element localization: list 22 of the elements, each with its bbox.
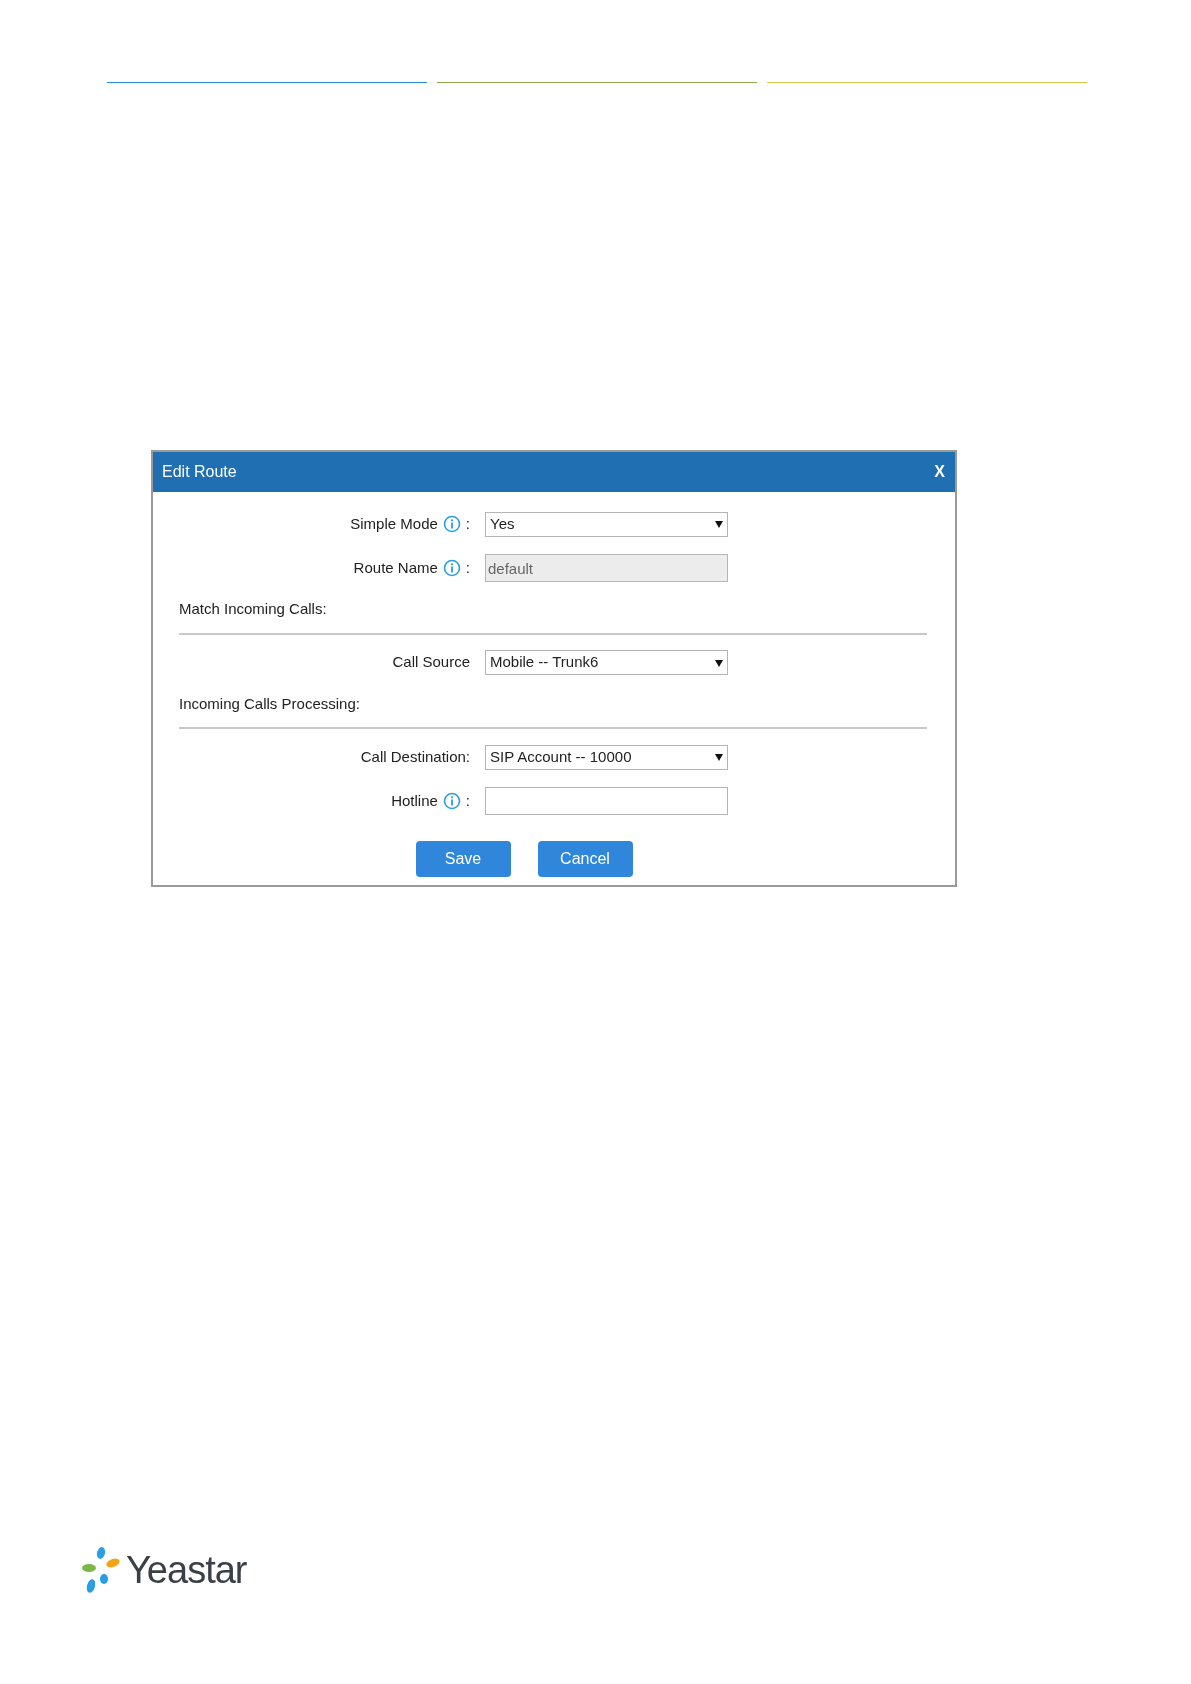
logo-text: Yeastar (126, 1548, 247, 1593)
colon-label: : (465, 513, 470, 534)
dropdown-field[interactable]: Yes (485, 511, 728, 537)
dropdown-field[interactable]: SIP Account -- 10000 (485, 744, 728, 770)
close-button[interactable]: X (934, 460, 945, 484)
dropdown-field[interactable]: Mobile -- Trunk6 (485, 650, 728, 675)
colon-label: : (465, 557, 470, 578)
colon-label: : (465, 790, 470, 811)
info-icon[interactable] (442, 792, 461, 810)
dialog-title: Edit Route (162, 462, 237, 482)
field-label: Call Source (392, 652, 470, 673)
save-button[interactable]: Save (415, 841, 511, 877)
field-label: Hotline (391, 790, 438, 811)
cancel-button[interactable]: Cancel (537, 841, 633, 877)
section-heading: Incoming Calls Processing: (178, 693, 361, 714)
section-heading: Match Incoming Calls: (178, 599, 328, 619)
input-field[interactable] (485, 787, 728, 815)
field-label: Call Destination: (360, 746, 470, 767)
field-label: Route Name (353, 557, 438, 578)
logo-icon (80, 1545, 122, 1596)
field-label: Simple Mode (350, 513, 438, 534)
info-icon[interactable] (442, 515, 461, 533)
